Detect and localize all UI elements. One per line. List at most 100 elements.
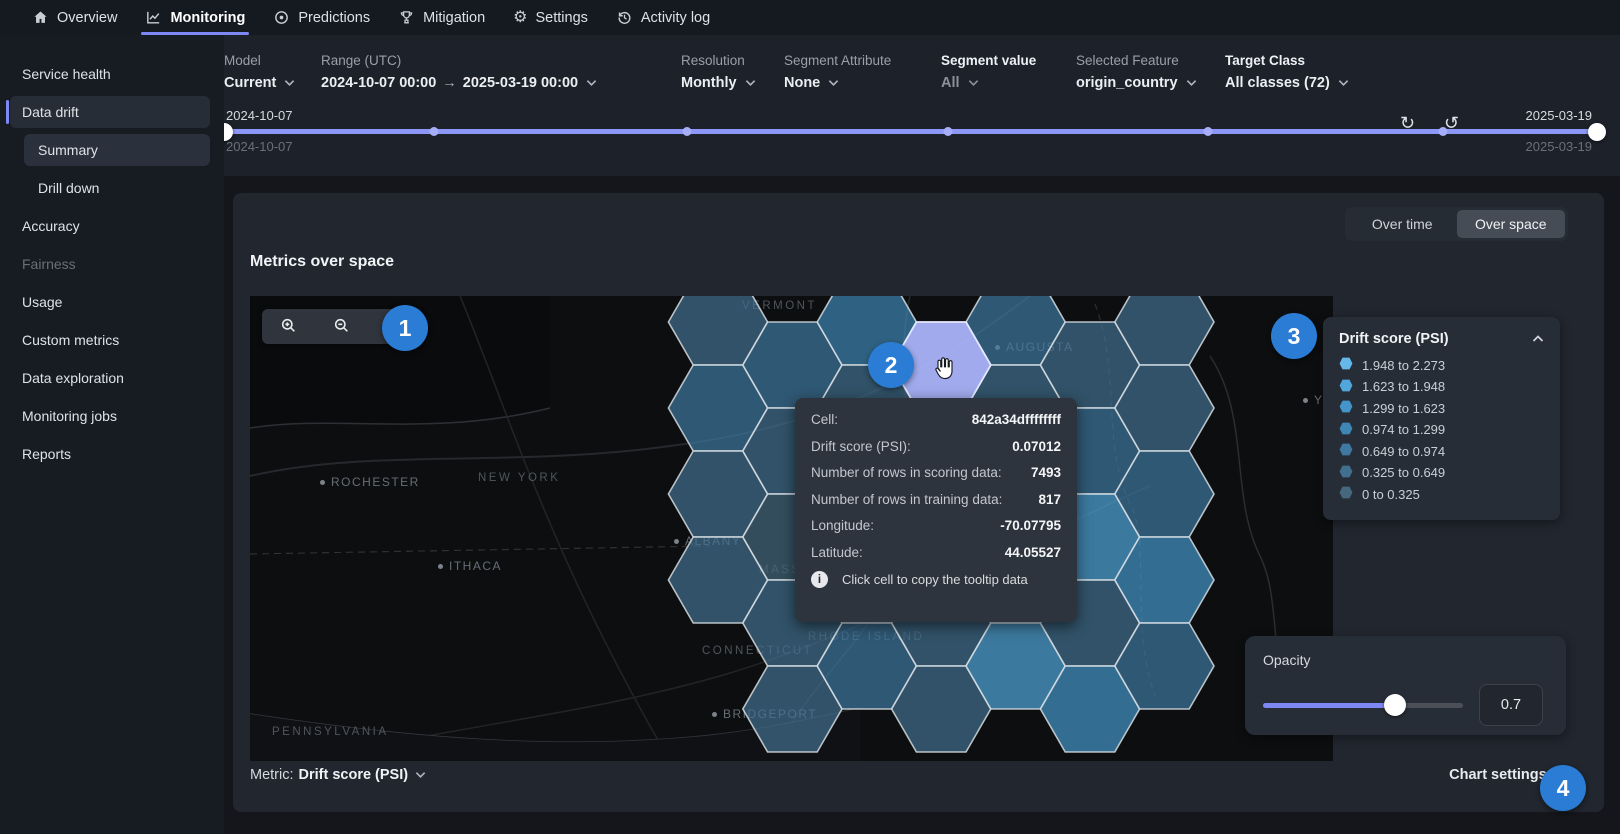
sidebar-item-reports[interactable]: Reports	[10, 438, 210, 470]
sidebar-item-data-drift[interactable]: Data drift	[10, 96, 210, 128]
toolbar-field-label: Selected Feature	[1076, 53, 1197, 68]
toolbar-field-model[interactable]: ModelCurrent	[224, 53, 295, 91]
chevron-down-icon	[586, 79, 597, 87]
sidebar-item-label: Usage	[22, 294, 62, 310]
toolbar-field-resolution[interactable]: ResolutionMonthly	[681, 53, 756, 91]
legend-item: 0.974 to 1.299	[1339, 422, 1544, 438]
sidebar-item-label: Monitoring jobs	[22, 408, 117, 424]
sidebar-item-usage[interactable]: Usage	[10, 286, 210, 318]
timeline-handle-end[interactable]	[1588, 123, 1606, 141]
chevron-down-icon	[828, 79, 839, 87]
chevron-up-icon[interactable]	[1532, 335, 1544, 343]
hexagon-swatch-icon	[1339, 486, 1353, 502]
toolbar-field-value: None	[784, 75, 891, 91]
opacity-slider[interactable]	[1263, 703, 1463, 708]
toolbar-field-label: Segment Attribute	[784, 53, 891, 68]
toolbar-field-value: All classes (72)	[1225, 75, 1349, 91]
timeline-dot	[1204, 127, 1213, 136]
tooltip-row-label: Cell:	[811, 412, 838, 427]
sidebar-item-summary[interactable]: Summary	[24, 134, 210, 166]
sidebar-item-label: Summary	[38, 142, 98, 158]
nav-item-overview[interactable]: Overview	[18, 0, 131, 35]
legend-range-label: 0.974 to 1.299	[1362, 422, 1445, 437]
tooltip-row-value: 7493	[1031, 465, 1061, 480]
sidebar-item-label: Data drift	[22, 104, 79, 120]
timeline-end-label-secondary: 2025-03-19	[1526, 139, 1593, 154]
annotation-badge-2: 2	[868, 342, 914, 388]
nav-items: OverviewMonitoringPredictionsMitigation⚙…	[18, 0, 724, 35]
hexagon-swatch-icon	[1339, 357, 1353, 373]
line-chart-icon	[145, 9, 162, 26]
nav-item-activity-log[interactable]: Activity log	[602, 0, 724, 35]
timeline-track[interactable]	[224, 129, 1597, 134]
opacity-slider-knob[interactable]	[1384, 694, 1406, 716]
tooltip-row-value: 842a34dffffffff	[972, 412, 1061, 427]
section-title: Metrics over space	[250, 253, 394, 271]
timeline-dot	[943, 127, 952, 136]
sidebar-item-fairness[interactable]: Fairness	[10, 248, 210, 280]
tooltip-row: Number of rows in training data: 817	[811, 492, 1061, 507]
tooltip-row-label: Drift score (PSI):	[811, 439, 911, 454]
app-root: OverviewMonitoringPredictionsMitigation⚙…	[0, 0, 1620, 834]
sidebar-item-custom-metrics[interactable]: Custom metrics	[10, 324, 210, 356]
toolbar-field-segment-value[interactable]: Segment valueAll	[941, 53, 1036, 91]
info-icon: i	[811, 571, 828, 588]
metric-label: Metric:	[250, 767, 294, 783]
toolbar-field-segment-attribute[interactable]: Segment Attribute None	[784, 53, 891, 91]
target-icon	[273, 9, 290, 26]
hexagon-swatch-icon	[1339, 422, 1353, 438]
tooltip-note: Click cell to copy the tooltip data	[842, 572, 1028, 587]
toolbar-field-value: 2024-10-07 00:00→2025-03-19 00:00	[321, 75, 597, 91]
timeline-dot	[430, 127, 439, 136]
legend-title: Drift score (PSI)	[1339, 331, 1449, 347]
toolbar-field-target-class[interactable]: Target ClassAll classes (72)	[1225, 53, 1349, 91]
chart-settings-label: Chart settings	[1449, 767, 1547, 783]
sidebar-item-monitoring-jobs[interactable]: Monitoring jobs	[10, 400, 210, 432]
toggle-over-time[interactable]: Over time	[1348, 210, 1457, 238]
nav-item-label: Monitoring	[170, 10, 245, 26]
field-value: Current	[224, 75, 276, 91]
chevron-down-icon	[745, 79, 756, 87]
metric-selector[interactable]: Metric: Drift score (PSI)	[250, 767, 426, 783]
timeline-dot	[1439, 127, 1448, 136]
toolbar-field-value: All	[941, 75, 1036, 91]
hexagon-swatch-icon	[1339, 465, 1353, 481]
opacity-value-field[interactable]: 0.7	[1479, 684, 1543, 726]
gear-icon: ⚙	[513, 10, 527, 26]
timeline-start-label: 2024-10-07	[226, 108, 293, 123]
field-value: Monthly	[681, 75, 737, 91]
sidebar-item-label: Data exploration	[22, 370, 124, 386]
timeline-dot	[682, 127, 691, 136]
map-canvas[interactable]: VERMONTAUGUSTANEW YORKROCHESTERITHACAALB…	[250, 296, 1333, 761]
legend-item: 1.299 to 1.623	[1339, 400, 1544, 416]
field-value: All classes (72)	[1225, 75, 1330, 91]
field-value: All	[941, 75, 960, 91]
nav-item-settings[interactable]: ⚙Settings	[499, 0, 602, 35]
zoom-out-icon	[332, 316, 351, 338]
toolbar-field-selected-feature[interactable]: Selected Feature origin_country	[1076, 53, 1197, 91]
sidebar-item-drill-down[interactable]: Drill down	[24, 172, 210, 204]
sidebar-item-label: Accuracy	[22, 218, 80, 234]
tooltip-row-label: Number of rows in scoring data:	[811, 465, 1002, 480]
nav-item-monitoring[interactable]: Monitoring	[131, 0, 259, 35]
sidebar-item-data-exploration[interactable]: Data exploration	[10, 362, 210, 394]
opacity-panel: Opacity 0.7	[1245, 636, 1566, 735]
toolbar-field-range-utc[interactable]: Range (UTC)2024-10-07 00:00→2025-03-19 0…	[321, 53, 597, 91]
nav-item-label: Activity log	[641, 10, 710, 26]
field-value: None	[784, 75, 820, 91]
zoom-in-button[interactable]	[272, 313, 306, 341]
tooltip-row-value: 817	[1038, 492, 1061, 507]
toolbar-field-value: origin_country	[1076, 75, 1197, 91]
arrow-right-icon: →	[442, 75, 457, 91]
zoom-in-icon	[279, 316, 298, 338]
nav-item-mitigation[interactable]: Mitigation	[384, 0, 499, 35]
sidebar-item-accuracy[interactable]: Accuracy	[10, 210, 210, 242]
metric-value: Drift score (PSI)	[299, 767, 409, 783]
nav-item-predictions[interactable]: Predictions	[259, 0, 384, 35]
tooltip-row-value: 0.07012	[1012, 439, 1061, 454]
tooltip-row-label: Number of rows in training data:	[811, 492, 1002, 507]
toggle-over-space[interactable]: Over space	[1457, 210, 1566, 238]
legend-range-label: 1.623 to 1.948	[1362, 379, 1445, 394]
sidebar-item-service-health[interactable]: Service health	[10, 58, 210, 90]
zoom-out-button[interactable]	[325, 313, 359, 341]
